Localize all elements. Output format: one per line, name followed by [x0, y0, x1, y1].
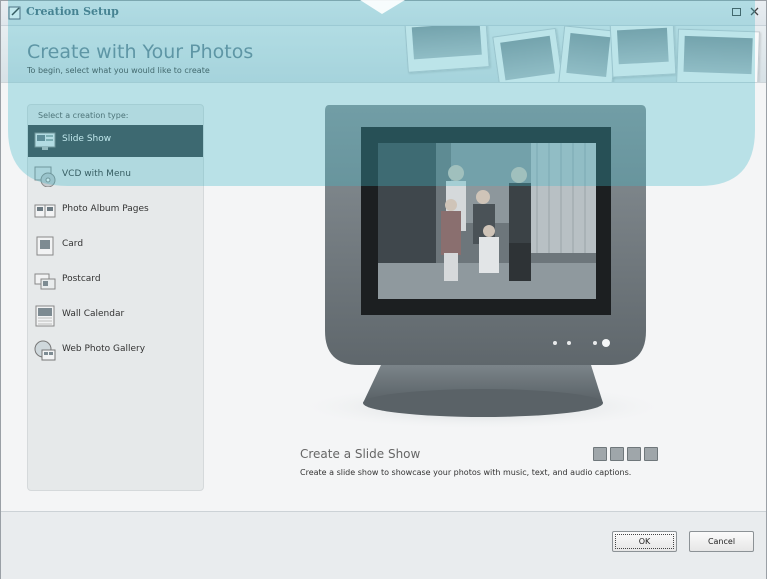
postcard-icon: [34, 273, 56, 290]
slideshow-icon: [34, 132, 56, 150]
maximize-button[interactable]: [730, 4, 742, 18]
close-icon: [750, 7, 758, 15]
maximize-icon: [731, 7, 741, 16]
album-pages-icon: [34, 204, 56, 218]
calendar-icon: [35, 305, 55, 327]
page-title: Create with Your Photos: [27, 41, 254, 63]
ok-button[interactable]: OK: [612, 531, 677, 552]
title-bar: Creation Setup: [1, 1, 766, 26]
window-title: Creation Setup: [26, 5, 119, 18]
decorative-photo: [404, 26, 490, 73]
creation-type-label-vcd-with-menu: VCD with Menu: [62, 169, 131, 179]
format-icons: [593, 447, 658, 461]
monitor-illustration: [303, 105, 663, 429]
preview-title: Create a Slide Show: [300, 447, 421, 461]
page-subtitle: To begin, select what you would like to …: [27, 66, 210, 75]
creation-type-web-photo-gallery[interactable]: Web Photo Gallery: [28, 335, 203, 367]
decorative-photo: [676, 28, 760, 82]
print-format-icon: [627, 447, 641, 461]
creation-setup-icon: [8, 6, 21, 20]
creation-type-label: Select a creation type:: [38, 111, 129, 120]
decorative-photo: [492, 27, 564, 82]
creation-type-slide-show[interactable]: Slide Show: [28, 125, 203, 157]
preview-description: Create a slide show to showcase your pho…: [300, 468, 632, 477]
decorative-photo: [609, 26, 677, 78]
creation-type-postcard[interactable]: Postcard: [28, 265, 203, 297]
creation-type-card[interactable]: Card: [28, 230, 203, 262]
card-icon: [36, 236, 54, 256]
creation-type-label-photo-album-pages: Photo Album Pages: [62, 204, 149, 214]
creation-type-label-postcard: Postcard: [62, 274, 101, 284]
preview-monitor: [301, 103, 671, 429]
creation-type-panel: Select a creation type: Slide Show VCD w…: [27, 104, 204, 491]
disc-format-icon: [610, 447, 624, 461]
cancel-button[interactable]: Cancel: [689, 531, 754, 552]
creation-type-wall-calendar[interactable]: Wall Calendar: [28, 300, 203, 332]
web-gallery-icon: [34, 340, 56, 361]
creation-setup-window: Creation Setup Create with Your Photos T…: [0, 0, 767, 579]
close-button[interactable]: [748, 4, 760, 18]
creation-type-label-slide-show: Slide Show: [62, 134, 112, 144]
creation-type-vcd-with-menu[interactable]: VCD with Menu: [28, 160, 203, 192]
creation-type-label-web-photo-gallery: Web Photo Gallery: [62, 344, 146, 354]
header-banner: Create with Your Photos To begin, select…: [1, 26, 766, 83]
slideshow-format-icon: [593, 447, 607, 461]
creation-type-photo-album-pages[interactable]: Photo Album Pages: [28, 195, 203, 227]
vcd-disc-icon: [34, 166, 56, 187]
creation-type-label-card: Card: [62, 239, 84, 249]
dialog-footer: OK Cancel: [1, 511, 766, 579]
decorative-photo: [558, 26, 618, 82]
web-format-icon: [644, 447, 658, 461]
creation-type-label-wall-calendar: Wall Calendar: [62, 309, 125, 319]
